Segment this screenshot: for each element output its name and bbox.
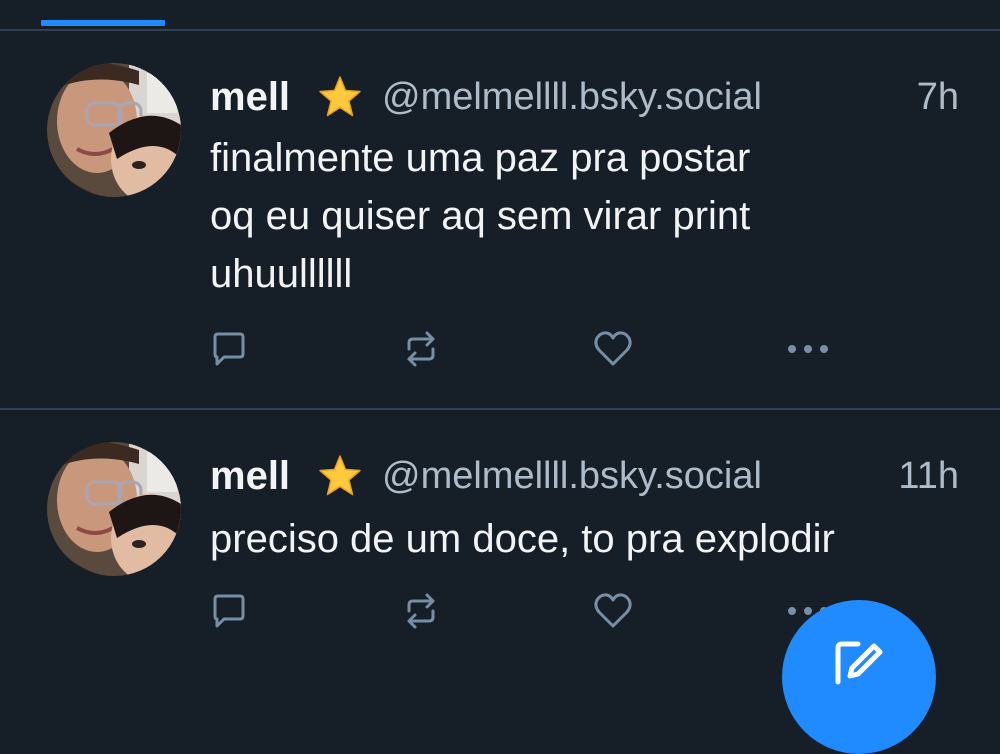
avatar[interactable]: [47, 442, 181, 576]
reply-icon: [213, 594, 245, 628]
compose-icon: [835, 641, 883, 685]
post-timestamp[interactable]: 11h: [898, 450, 959, 502]
author-name[interactable]: mell: [210, 71, 290, 123]
star-icon: [319, 76, 361, 117]
author-handle[interactable]: @melmellll.bsky.social: [382, 71, 762, 123]
more-options-button[interactable]: [784, 325, 832, 373]
reply-button[interactable]: [205, 587, 253, 635]
post-timestamp[interactable]: 7h: [917, 71, 959, 123]
repost-icon: [407, 593, 435, 629]
post-header: mell @melmellll.bsky.social 7h: [210, 71, 970, 123]
repost-icon: [407, 331, 435, 367]
repost-button[interactable]: [397, 587, 445, 635]
active-tab-indicator: [41, 20, 165, 26]
more-icon: [788, 345, 828, 353]
repost-button[interactable]: [397, 325, 445, 373]
post-header: mell @melmellll.bsky.social 11h: [210, 450, 970, 502]
reply-button[interactable]: [205, 325, 253, 373]
post-text: finalmente uma paz pra postar oq eu quis…: [210, 136, 751, 296]
reply-icon: [213, 332, 245, 366]
heart-icon: [594, 593, 632, 628]
compose-button[interactable]: [782, 600, 936, 754]
like-button[interactable]: [589, 587, 637, 635]
post-text: preciso de um doce, to pra explodir: [210, 517, 835, 561]
avatar[interactable]: [47, 63, 181, 197]
author-handle[interactable]: @melmellll.bsky.social: [382, 450, 762, 502]
star-icon: [319, 455, 361, 496]
author-name[interactable]: mell: [210, 450, 290, 502]
like-button[interactable]: [589, 325, 637, 373]
heart-icon: [594, 331, 632, 366]
feed-post[interactable]: mell @melmellll.bsky.social 7h finalment…: [0, 31, 1000, 408]
